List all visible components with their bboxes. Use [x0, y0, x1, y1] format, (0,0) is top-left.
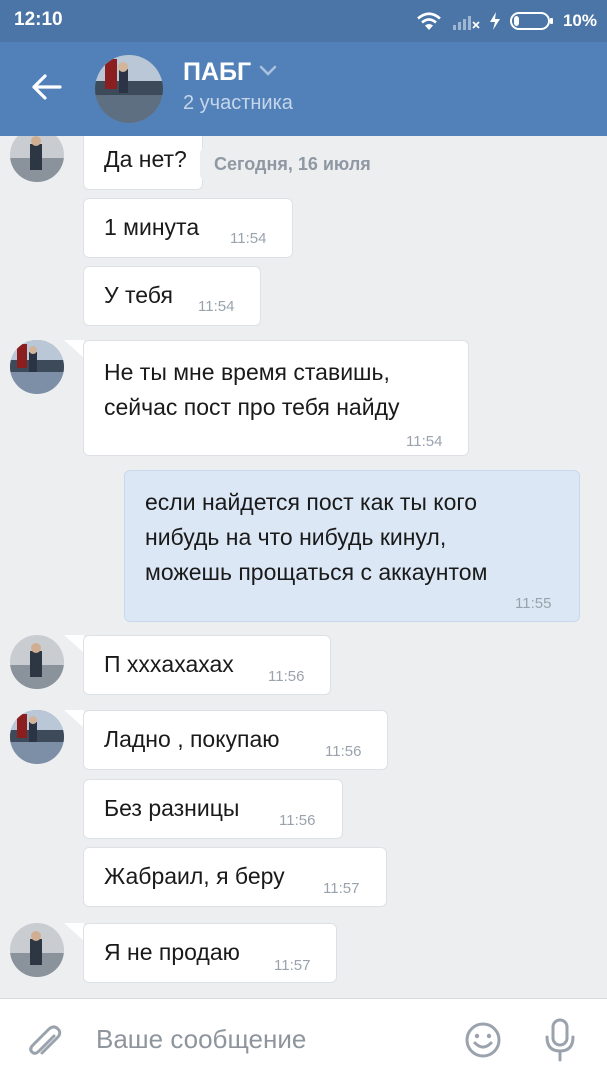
message-text: Ладно , покупаю [104, 726, 280, 752]
battery-level: 10% [562, 11, 597, 30]
sender-avatar[interactable] [10, 710, 64, 764]
message-bubble-out[interactable]: если найдется пост как ты кого нибудь на… [124, 470, 580, 622]
voice-record-button[interactable] [540, 1017, 580, 1063]
message-input[interactable] [96, 1015, 436, 1063]
message-text-line: если найдется пост как ты кого [145, 489, 478, 515]
battery-icon [509, 10, 555, 32]
message-text: Без разницы [104, 795, 240, 821]
back-button[interactable] [22, 64, 72, 114]
message-time: 11:55 [515, 595, 552, 612]
status-icons: 10% [415, 9, 597, 33]
message-bubble-in[interactable]: 1 минута 11:54 [83, 198, 293, 258]
message-bubble-in[interactable]: Да нет? [83, 136, 203, 190]
back-arrow-icon [31, 73, 63, 106]
bubble-tail [64, 923, 84, 941]
message-time: 11:56 [268, 668, 305, 685]
attach-button[interactable] [24, 1019, 66, 1061]
message-text: П xxxахахах [104, 651, 234, 677]
message-time: 11:54 [230, 230, 267, 247]
message-text-line: можешь прощаться с аккаунтом [145, 559, 488, 585]
chat-title-button[interactable]: ПАБГ [183, 58, 277, 87]
message-bubble-in[interactable]: Я не продаю 11:57 [83, 923, 337, 983]
message-text: У тебя [104, 282, 173, 308]
message-bubble-in[interactable]: Ладно , покупаю 11:56 [83, 710, 388, 770]
sender-avatar[interactable] [10, 635, 64, 689]
message-time: 11:56 [325, 743, 362, 760]
message-bubble-in[interactable]: Без разницы 11:56 [83, 779, 343, 839]
wifi-icon [415, 10, 443, 32]
message-bubble-in[interactable]: У тебя 11:54 [83, 266, 261, 326]
sender-avatar[interactable] [10, 923, 64, 977]
message-time: 11:54 [406, 433, 443, 450]
chat-title: ПАБГ [183, 58, 252, 86]
charging-icon [489, 11, 501, 31]
message-time: 11:54 [198, 298, 235, 315]
message-text-line: нибудь на что нибудь кинул, [145, 524, 447, 550]
signal-icon [451, 10, 481, 32]
message-composer [0, 998, 607, 1080]
chat-avatar[interactable] [95, 55, 163, 123]
sender-avatar[interactable] [10, 136, 64, 182]
message-list[interactable]: Да нет? Сегодня, 16 июля 1 минута 11:54 … [0, 136, 607, 998]
status-time: 12:10 [14, 9, 63, 30]
chat-subtitle: 2 участника [183, 92, 293, 114]
message-text-line: Не ты мне время ставишь, [104, 359, 390, 385]
message-time: 11:57 [274, 957, 311, 974]
message-text: Да нет? [104, 146, 187, 172]
message-text-line: сейчас пост про тебя найду [104, 394, 400, 420]
bubble-tail [64, 710, 84, 728]
status-bar: 12:10 10% [0, 0, 607, 42]
sender-avatar[interactable] [10, 340, 64, 394]
message-text: 1 минута [104, 214, 200, 240]
message-text: Жабраил, я беру [104, 863, 285, 889]
chevron-down-icon [259, 64, 277, 82]
message-time: 11:57 [323, 880, 360, 897]
emoji-icon [462, 1022, 504, 1065]
message-text: Я не продаю [104, 939, 240, 965]
chat-header: ПАБГ 2 участника [0, 42, 607, 136]
message-bubble-in[interactable]: П xxxахахах 11:56 [83, 635, 331, 695]
message-time: 11:56 [279, 812, 316, 829]
message-bubble-in[interactable]: Жабраил, я беру 11:57 [83, 847, 387, 907]
message-bubble-in[interactable]: Не ты мне время ставишь, сейчас пост про… [83, 340, 469, 456]
date-pill: Сегодня, 16 июля [200, 146, 385, 182]
bubble-tail [64, 635, 84, 653]
bubble-tail [64, 340, 84, 358]
paperclip-icon [24, 1025, 66, 1065]
emoji-button[interactable] [462, 1019, 504, 1061]
microphone-icon [540, 1018, 580, 1067]
